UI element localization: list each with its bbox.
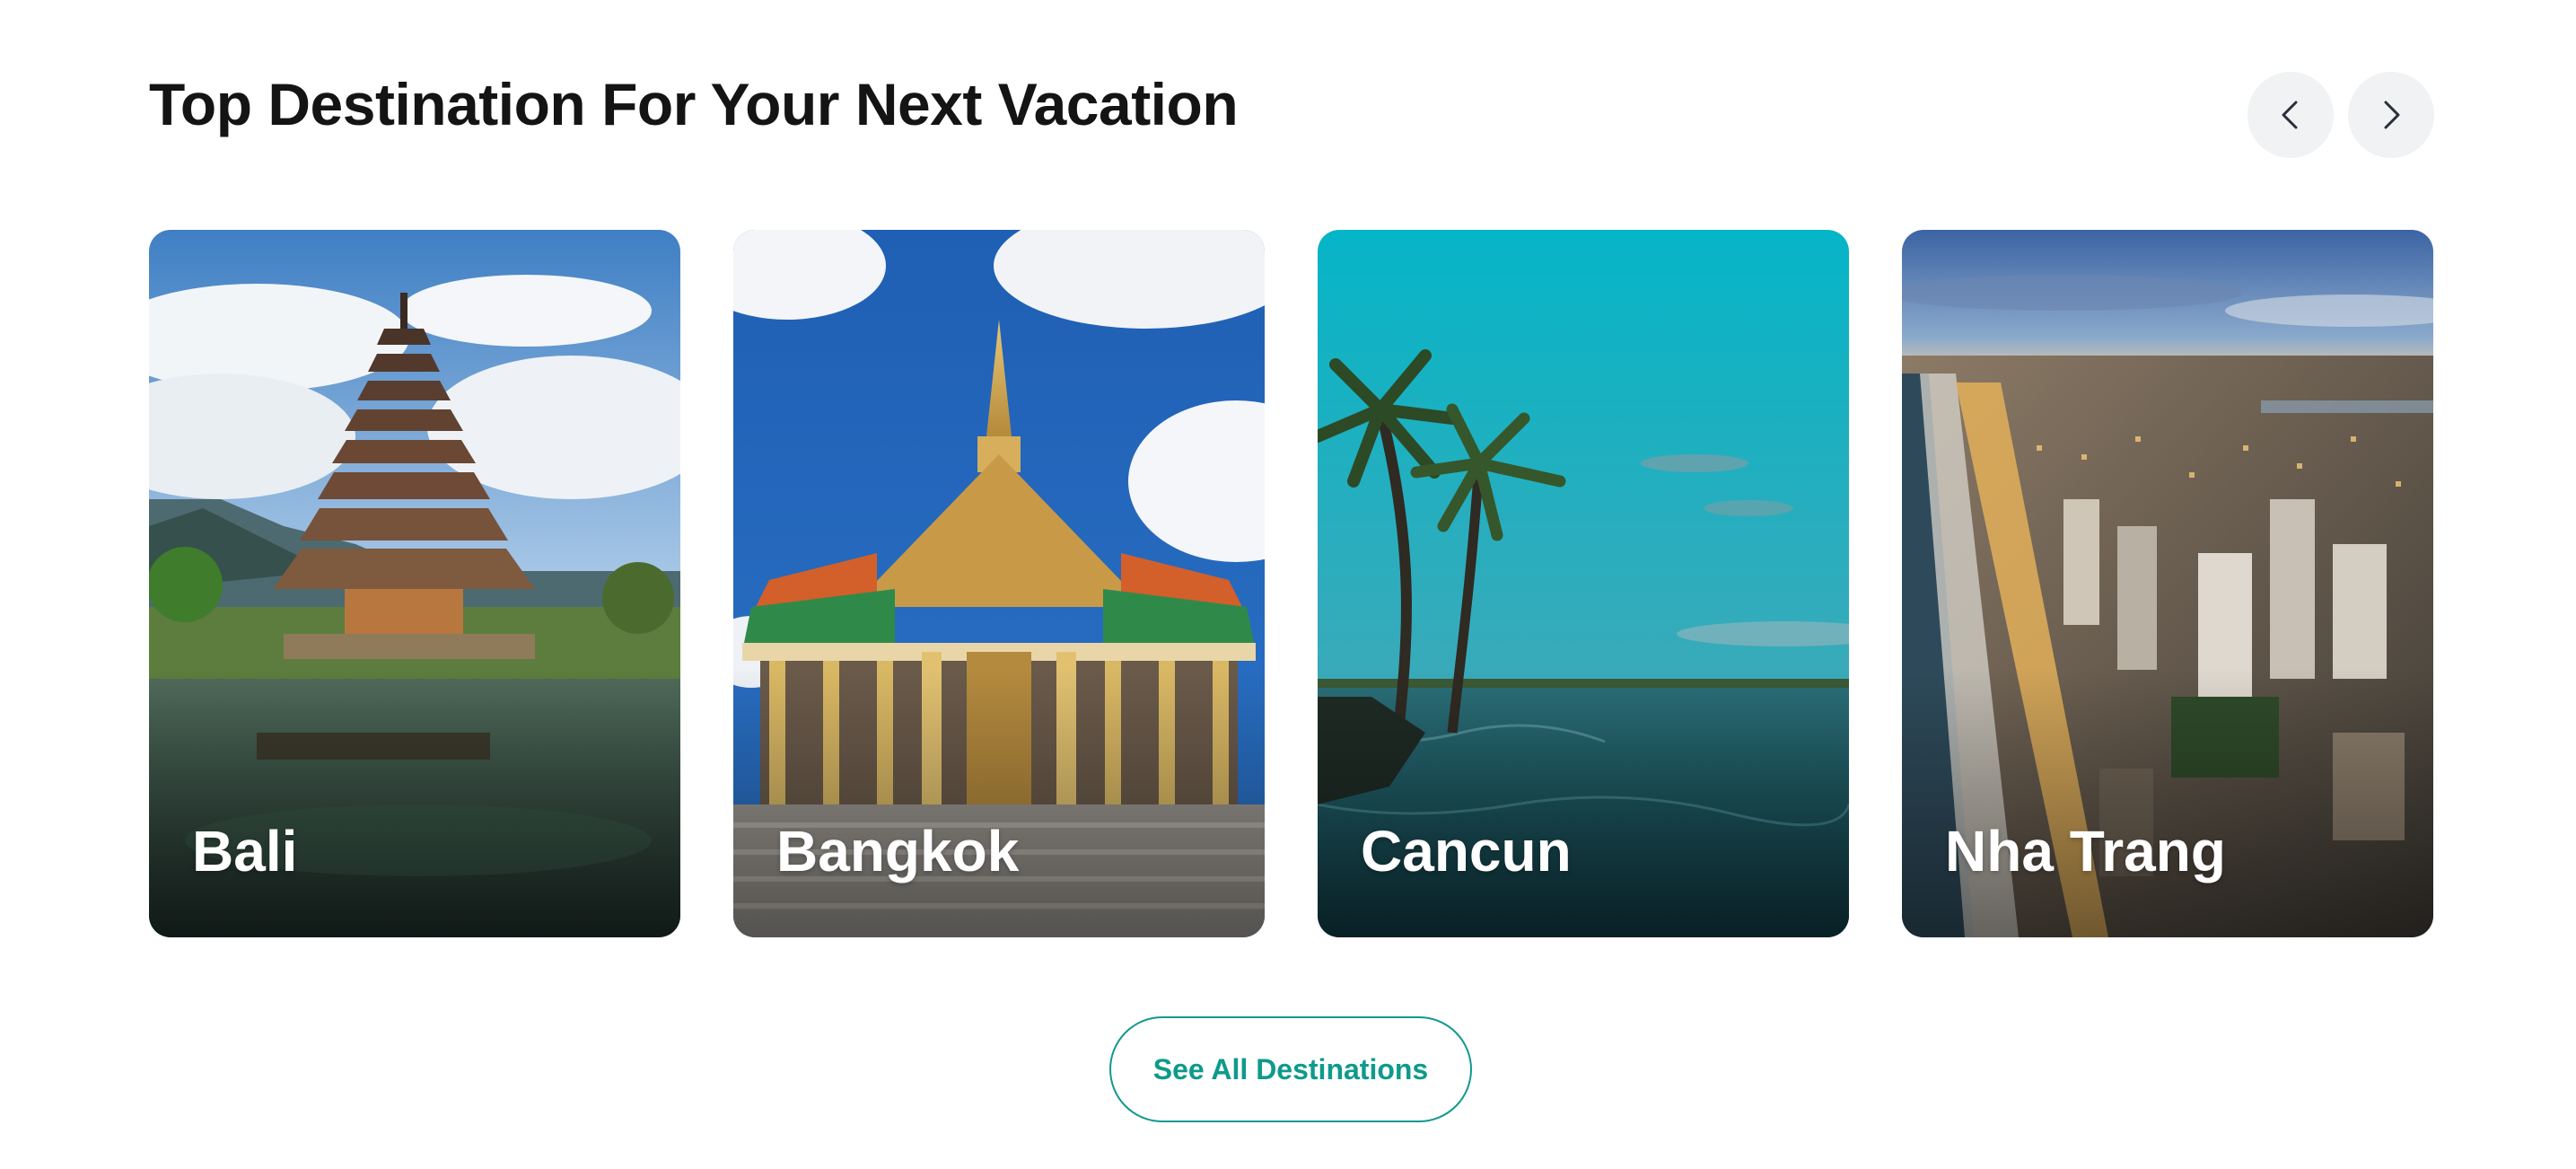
carousel-next-button[interactable] xyxy=(2348,72,2434,158)
destination-cards: Bali Bangkok Cancun Nha Trang xyxy=(149,230,2434,937)
card-shade xyxy=(149,668,680,937)
card-shade xyxy=(1902,668,2433,937)
destination-name: Bangkok xyxy=(776,819,1020,883)
destination-card-bali[interactable]: Bali xyxy=(149,230,680,937)
destination-name: Cancun xyxy=(1361,819,1572,883)
destination-name: Bali xyxy=(192,819,298,883)
card-shade xyxy=(1318,668,1849,937)
chevron-left-icon xyxy=(2282,101,2298,129)
chevron-right-icon xyxy=(2384,101,2400,129)
destination-name: Nha Trang xyxy=(1945,819,2226,883)
destination-card-nha-trang[interactable]: Nha Trang xyxy=(1902,230,2433,937)
card-shade xyxy=(733,668,1265,937)
carousel-prev-button[interactable] xyxy=(2247,72,2334,158)
section-title: Top Destination For Your Next Vacation xyxy=(149,71,1239,137)
see-all-destinations-button[interactable]: See All Destinations xyxy=(1109,1016,1472,1122)
destination-card-bangkok[interactable]: Bangkok xyxy=(733,230,1265,937)
destination-card-cancun[interactable]: Cancun xyxy=(1318,230,1849,937)
